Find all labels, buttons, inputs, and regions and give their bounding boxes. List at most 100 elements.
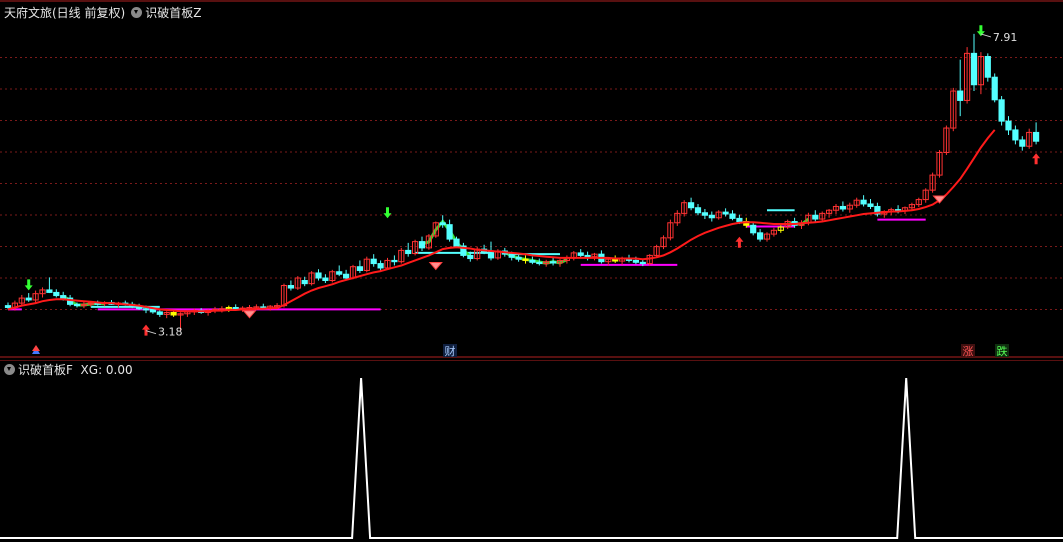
candle (405, 242, 412, 257)
candle-body (439, 222, 446, 226)
candle (550, 257, 557, 266)
candle (770, 227, 777, 237)
candle (543, 259, 550, 267)
candle-body (343, 273, 350, 279)
candle (722, 208, 729, 217)
candle-body (467, 254, 474, 260)
candle-body (522, 258, 529, 261)
candle-body (991, 76, 998, 101)
candle (336, 265, 343, 277)
candle-body (142, 308, 150, 311)
indicator-sub-name: 识破首板F (18, 363, 73, 377)
candle-body (156, 311, 163, 315)
candle (322, 274, 329, 284)
candle-body (1033, 131, 1040, 142)
candle-body (536, 261, 543, 265)
candle (577, 249, 584, 258)
candle (1012, 125, 1019, 145)
candle (294, 276, 301, 290)
candle (991, 73, 998, 103)
event-triangle-icon (32, 345, 40, 351)
candle (446, 219, 453, 242)
candle (356, 260, 363, 273)
candle-body (508, 253, 515, 258)
candle-body (722, 211, 729, 215)
candle-body (639, 261, 646, 265)
buy-arrow-icon (1032, 153, 1041, 165)
candle-body (60, 295, 67, 299)
candle (694, 203, 702, 216)
candle-body (867, 203, 874, 207)
indicator-menu-icon[interactable] (131, 7, 143, 18)
candle-body (1005, 120, 1012, 131)
candle (25, 293, 32, 302)
candle (163, 311, 170, 319)
candle-body (391, 259, 398, 263)
candle (681, 200, 688, 217)
candle (398, 247, 405, 264)
stock-title: 天府文旅(日线 前复权) (4, 6, 126, 20)
candle (915, 197, 922, 208)
candle-body (336, 271, 343, 275)
low-price-label: 3.18 (158, 326, 183, 339)
candle (39, 287, 46, 298)
candle-body (1012, 129, 1019, 141)
candle (412, 239, 419, 256)
candle-body (25, 297, 32, 301)
candle-body (418, 241, 426, 249)
candle (950, 87, 957, 132)
candle-body (984, 56, 991, 78)
candle (957, 59, 964, 117)
candle (853, 197, 860, 208)
candle (674, 210, 681, 226)
candle (667, 219, 674, 241)
candle (529, 256, 536, 265)
candle-body (315, 272, 322, 279)
candle-body (736, 217, 743, 223)
candle-body (757, 232, 764, 240)
candle (984, 53, 991, 82)
candle (308, 271, 315, 286)
candle (18, 294, 25, 306)
candle (763, 232, 771, 242)
candle-body (170, 312, 177, 316)
candle (287, 280, 294, 291)
candle (584, 251, 591, 261)
candle (812, 210, 819, 222)
candle-body (708, 214, 715, 219)
candle (363, 256, 370, 273)
candle-body (750, 224, 757, 234)
candle-body (998, 99, 1005, 122)
candle (1005, 116, 1012, 135)
candle (977, 52, 984, 95)
candle (708, 211, 715, 222)
candle-body (356, 266, 363, 271)
candle (53, 289, 60, 298)
candle-body (446, 224, 453, 240)
candle-body (453, 238, 460, 247)
candle-body (839, 205, 846, 210)
candle (591, 252, 598, 261)
candle-body (584, 254, 591, 258)
candle (943, 125, 950, 156)
candle-body (701, 212, 708, 216)
candle (922, 188, 929, 203)
candle (860, 195, 867, 207)
candle (556, 259, 564, 267)
candle (839, 201, 846, 212)
candle-body (301, 280, 308, 285)
candle (846, 202, 853, 213)
candle-body (487, 251, 495, 259)
sub-indicator-menu-icon[interactable] (4, 364, 15, 375)
diamond-signal-icon (242, 310, 257, 319)
candle (460, 242, 467, 258)
sell-arrow-icon (383, 207, 392, 219)
candle (32, 290, 39, 304)
candle (936, 150, 943, 178)
sub-indicator-chart (0, 360, 1063, 539)
indicator-main-name: 识破首板Z (145, 6, 202, 20)
candle (660, 235, 667, 250)
candle-body (577, 252, 584, 256)
high-marker-line (980, 33, 992, 38)
sell-arrow-icon (24, 279, 33, 291)
